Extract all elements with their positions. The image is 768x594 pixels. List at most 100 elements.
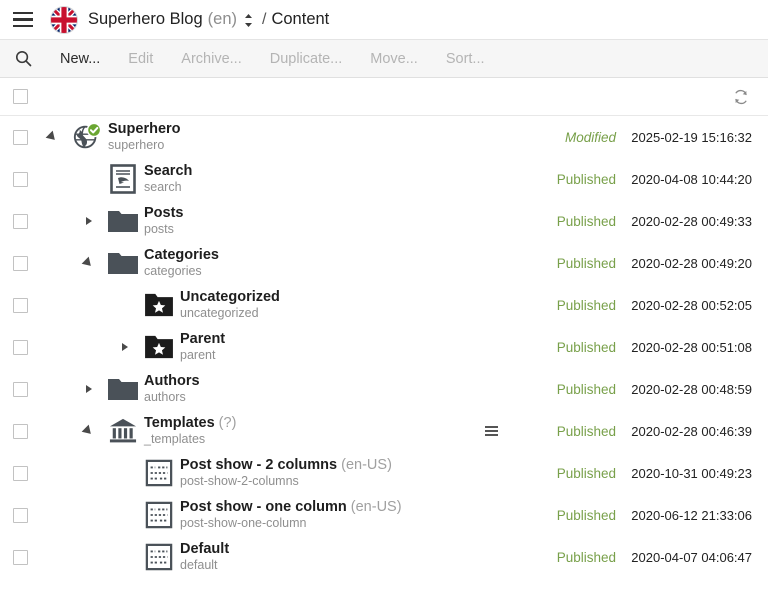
row-checkbox[interactable] [12,549,28,565]
search-icon[interactable] [8,44,38,74]
hamburger-line [13,24,33,28]
row-handle-cell[interactable] [476,426,506,436]
toolbar-button-edit[interactable]: Edit [114,40,167,78]
chevron-down-icon[interactable] [45,130,59,144]
row-labels: Search search [144,163,192,195]
expand-toggle-cell[interactable] [76,424,102,438]
globe-published-icon [66,122,108,152]
row-title[interactable]: Post show - 2 columns (en-US) [180,457,392,474]
drag-handle-icon[interactable] [484,426,498,436]
refresh-icon[interactable] [730,86,752,108]
tree-row[interactable]: Default default Published 2020-04-07 04:06:… [0,536,768,578]
breadcrumb-separator: / [262,10,267,28]
tree-row[interactable]: Superhero superhero Modified 2025-02-19 15:… [0,116,768,158]
row-labels: Default default [180,541,229,573]
row-timestamp: 2020-02-28 00:48:59 [631,381,752,397]
row-checkbox[interactable] [12,171,28,187]
row-slug: authors [144,390,186,404]
template-wireframe-icon [138,543,180,571]
row-title[interactable]: Post show - one column (en-US) [180,499,402,516]
status-badge: Published [556,465,616,481]
expand-toggle-cell[interactable] [40,130,66,144]
hamburger-line [13,18,33,21]
tree-row[interactable]: Posts posts Published 2020-02-28 00:49:33 [0,200,768,242]
toolbar-button-new[interactable]: New... [46,40,114,78]
row-timestamp: 2020-02-28 00:52:05 [631,297,752,313]
row-title[interactable]: Search [144,163,192,180]
row-slug: _templates [144,432,206,446]
row-checkbox[interactable] [12,297,28,313]
tree-row[interactable]: Parent parent Published 2020-02-28 00:51:08 [0,326,768,368]
row-slug: parent [180,348,216,362]
chevron-right-icon[interactable] [86,217,92,225]
row-checkbox[interactable] [12,213,28,229]
template-wireframe-icon [138,501,180,529]
row-title[interactable]: Superhero [108,121,181,138]
row-checkbox[interactable] [12,465,28,481]
site-title[interactable]: Superhero Blog [88,10,203,29]
row-timestamp: 2020-04-07 04:06:47 [631,549,752,565]
row-title[interactable]: Parent [180,331,225,348]
hamburger-line [13,11,33,15]
select-all-checkbox[interactable] [12,89,28,104]
breadcrumb[interactable]: Content [271,10,329,29]
row-title[interactable]: Posts [144,205,184,222]
row-timestamp: 2020-10-31 00:49:23 [631,465,752,481]
content-tree: Superhero superhero Modified 2025-02-19 15:… [0,116,768,578]
row-title[interactable]: Authors [144,373,200,390]
expand-toggle-cell[interactable] [112,343,138,351]
bank-building-icon [102,417,144,445]
row-timestamp: 2020-02-28 00:49:33 [631,213,752,229]
toolbar-button-archive[interactable]: Archive... [167,40,255,78]
row-checkbox-cell [0,339,40,355]
tree-row[interactable]: Authors authors Published 2020-02-28 00:48:… [0,368,768,410]
language-switch-icon[interactable] [243,13,254,28]
chevron-right-icon[interactable] [86,385,92,393]
status-badge: Published [556,213,616,229]
row-labels: Post show - one column (en-US) post-show-… [180,499,402,531]
row-checkbox[interactable] [12,129,28,145]
row-timestamp: 2020-02-28 00:49:20 [631,255,752,271]
tree-row[interactable]: Post show - one column (en-US) post-show-… [0,494,768,536]
row-checkbox[interactable] [12,339,28,355]
tree-row[interactable]: Categories categories Published 2020-02-28 … [0,242,768,284]
expand-toggle-cell[interactable] [76,217,102,225]
row-labels: Posts posts [144,205,184,237]
row-slug: post-show-one-column [180,516,307,530]
row-checkbox-cell [0,381,40,397]
chevron-right-icon[interactable] [122,343,128,351]
expand-toggle-cell[interactable] [76,385,102,393]
status-badge: Published [556,255,616,271]
folder-icon [102,208,144,234]
tree-row[interactable]: Post show - 2 columns (en-US) post-show-2… [0,452,768,494]
row-slug: posts [144,222,174,236]
row-title[interactable]: Uncategorized [180,289,280,306]
chevron-down-icon[interactable] [81,424,95,438]
chevron-down-icon[interactable] [81,256,95,270]
tree-row[interactable]: Uncategorized uncategorized Published 2020-… [0,284,768,326]
row-title[interactable]: Templates (?) [144,415,236,432]
search-page-icon [102,163,144,195]
row-labels: Templates (?) _templates [144,415,236,447]
hamburger-icon[interactable] [10,7,36,33]
row-checkbox[interactable] [12,381,28,397]
status-badge: Published [556,549,616,565]
tree-row[interactable]: Search search Published 2020-04-08 10:44:20 [0,158,768,200]
row-checkbox[interactable] [12,255,28,271]
toolbar-button-move[interactable]: Move... [356,40,432,78]
toolbar-button-duplicate[interactable]: Duplicate... [256,40,357,78]
status-badge: Modified [564,129,616,145]
row-checkbox[interactable] [12,423,28,439]
row-title[interactable]: Default [180,541,229,558]
tree-row[interactable]: Templates (?) _templates Published 2020-02-… [0,410,768,452]
row-checkbox[interactable] [12,507,28,523]
row-checkbox-cell [0,549,40,565]
row-labels: Post show - 2 columns (en-US) post-show-2… [180,457,392,489]
toolbar-button-sort[interactable]: Sort... [432,40,499,78]
row-checkbox-cell [0,255,40,271]
expand-toggle-cell[interactable] [76,256,102,270]
row-title[interactable]: Categories [144,247,219,264]
row-checkbox-cell [0,129,40,145]
row-slug: categories [144,264,202,278]
row-labels: Parent parent [180,331,225,363]
